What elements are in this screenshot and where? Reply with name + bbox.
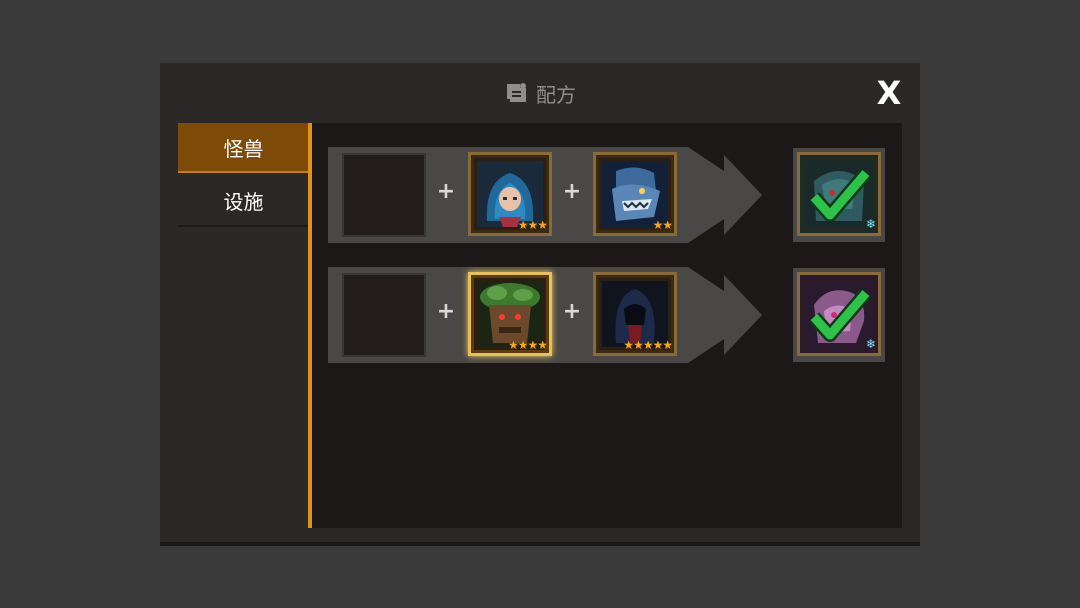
ingredient-card[interactable]: ★★★ (468, 152, 552, 236)
ingredient-card[interactable]: ★★ (593, 152, 677, 236)
dialog-title: 配方 (536, 82, 576, 107)
result-slot: ❄ (793, 148, 885, 242)
element-badge-icon: ❄ (865, 217, 876, 231)
star-rating: ★★★ (517, 218, 548, 232)
star-rating: ★★★★ (507, 338, 548, 352)
close-button[interactable]: X (872, 77, 906, 109)
check-icon (808, 288, 872, 342)
result-slot: ❄ (793, 268, 885, 362)
empty-slot[interactable] (342, 273, 426, 357)
tab-monsters[interactable]: 怪兽 (178, 123, 309, 173)
recipe-list: + ★★★ + ★★ ❄ + ★★★★ + ★★★★★ ❄ (312, 123, 902, 528)
ingredient-card[interactable]: ★★★★ (468, 272, 552, 356)
star-rating: ★★ (652, 218, 672, 232)
tab-facilities[interactable]: 设施 (178, 175, 309, 227)
result-card[interactable]: ❄ (797, 152, 881, 236)
recipe-row: + ★★★ + ★★ ❄ (328, 147, 888, 243)
category-tabs: 怪兽 设施 (178, 123, 309, 528)
dialog-titlebar: 配方 (160, 63, 920, 123)
star-rating: ★★★★★ (623, 338, 673, 352)
plus-sign: + (562, 299, 582, 324)
scroll-icon (504, 81, 528, 105)
recipe-dialog: 配方 X 怪兽 设施 + ★★★ + ★★ ❄ + ★★★★ + ★★★★★ ❄ (160, 63, 920, 546)
check-icon (808, 168, 872, 222)
ingredient-card[interactable]: ★★★★★ (593, 272, 677, 356)
element-badge-icon: ❄ (865, 337, 876, 351)
plus-sign: + (562, 179, 582, 204)
plus-sign: + (436, 299, 456, 324)
recipe-row: + ★★★★ + ★★★★★ ❄ (328, 267, 888, 363)
plus-sign: + (436, 179, 456, 204)
empty-slot[interactable] (342, 153, 426, 237)
result-card[interactable]: ❄ (797, 272, 881, 356)
